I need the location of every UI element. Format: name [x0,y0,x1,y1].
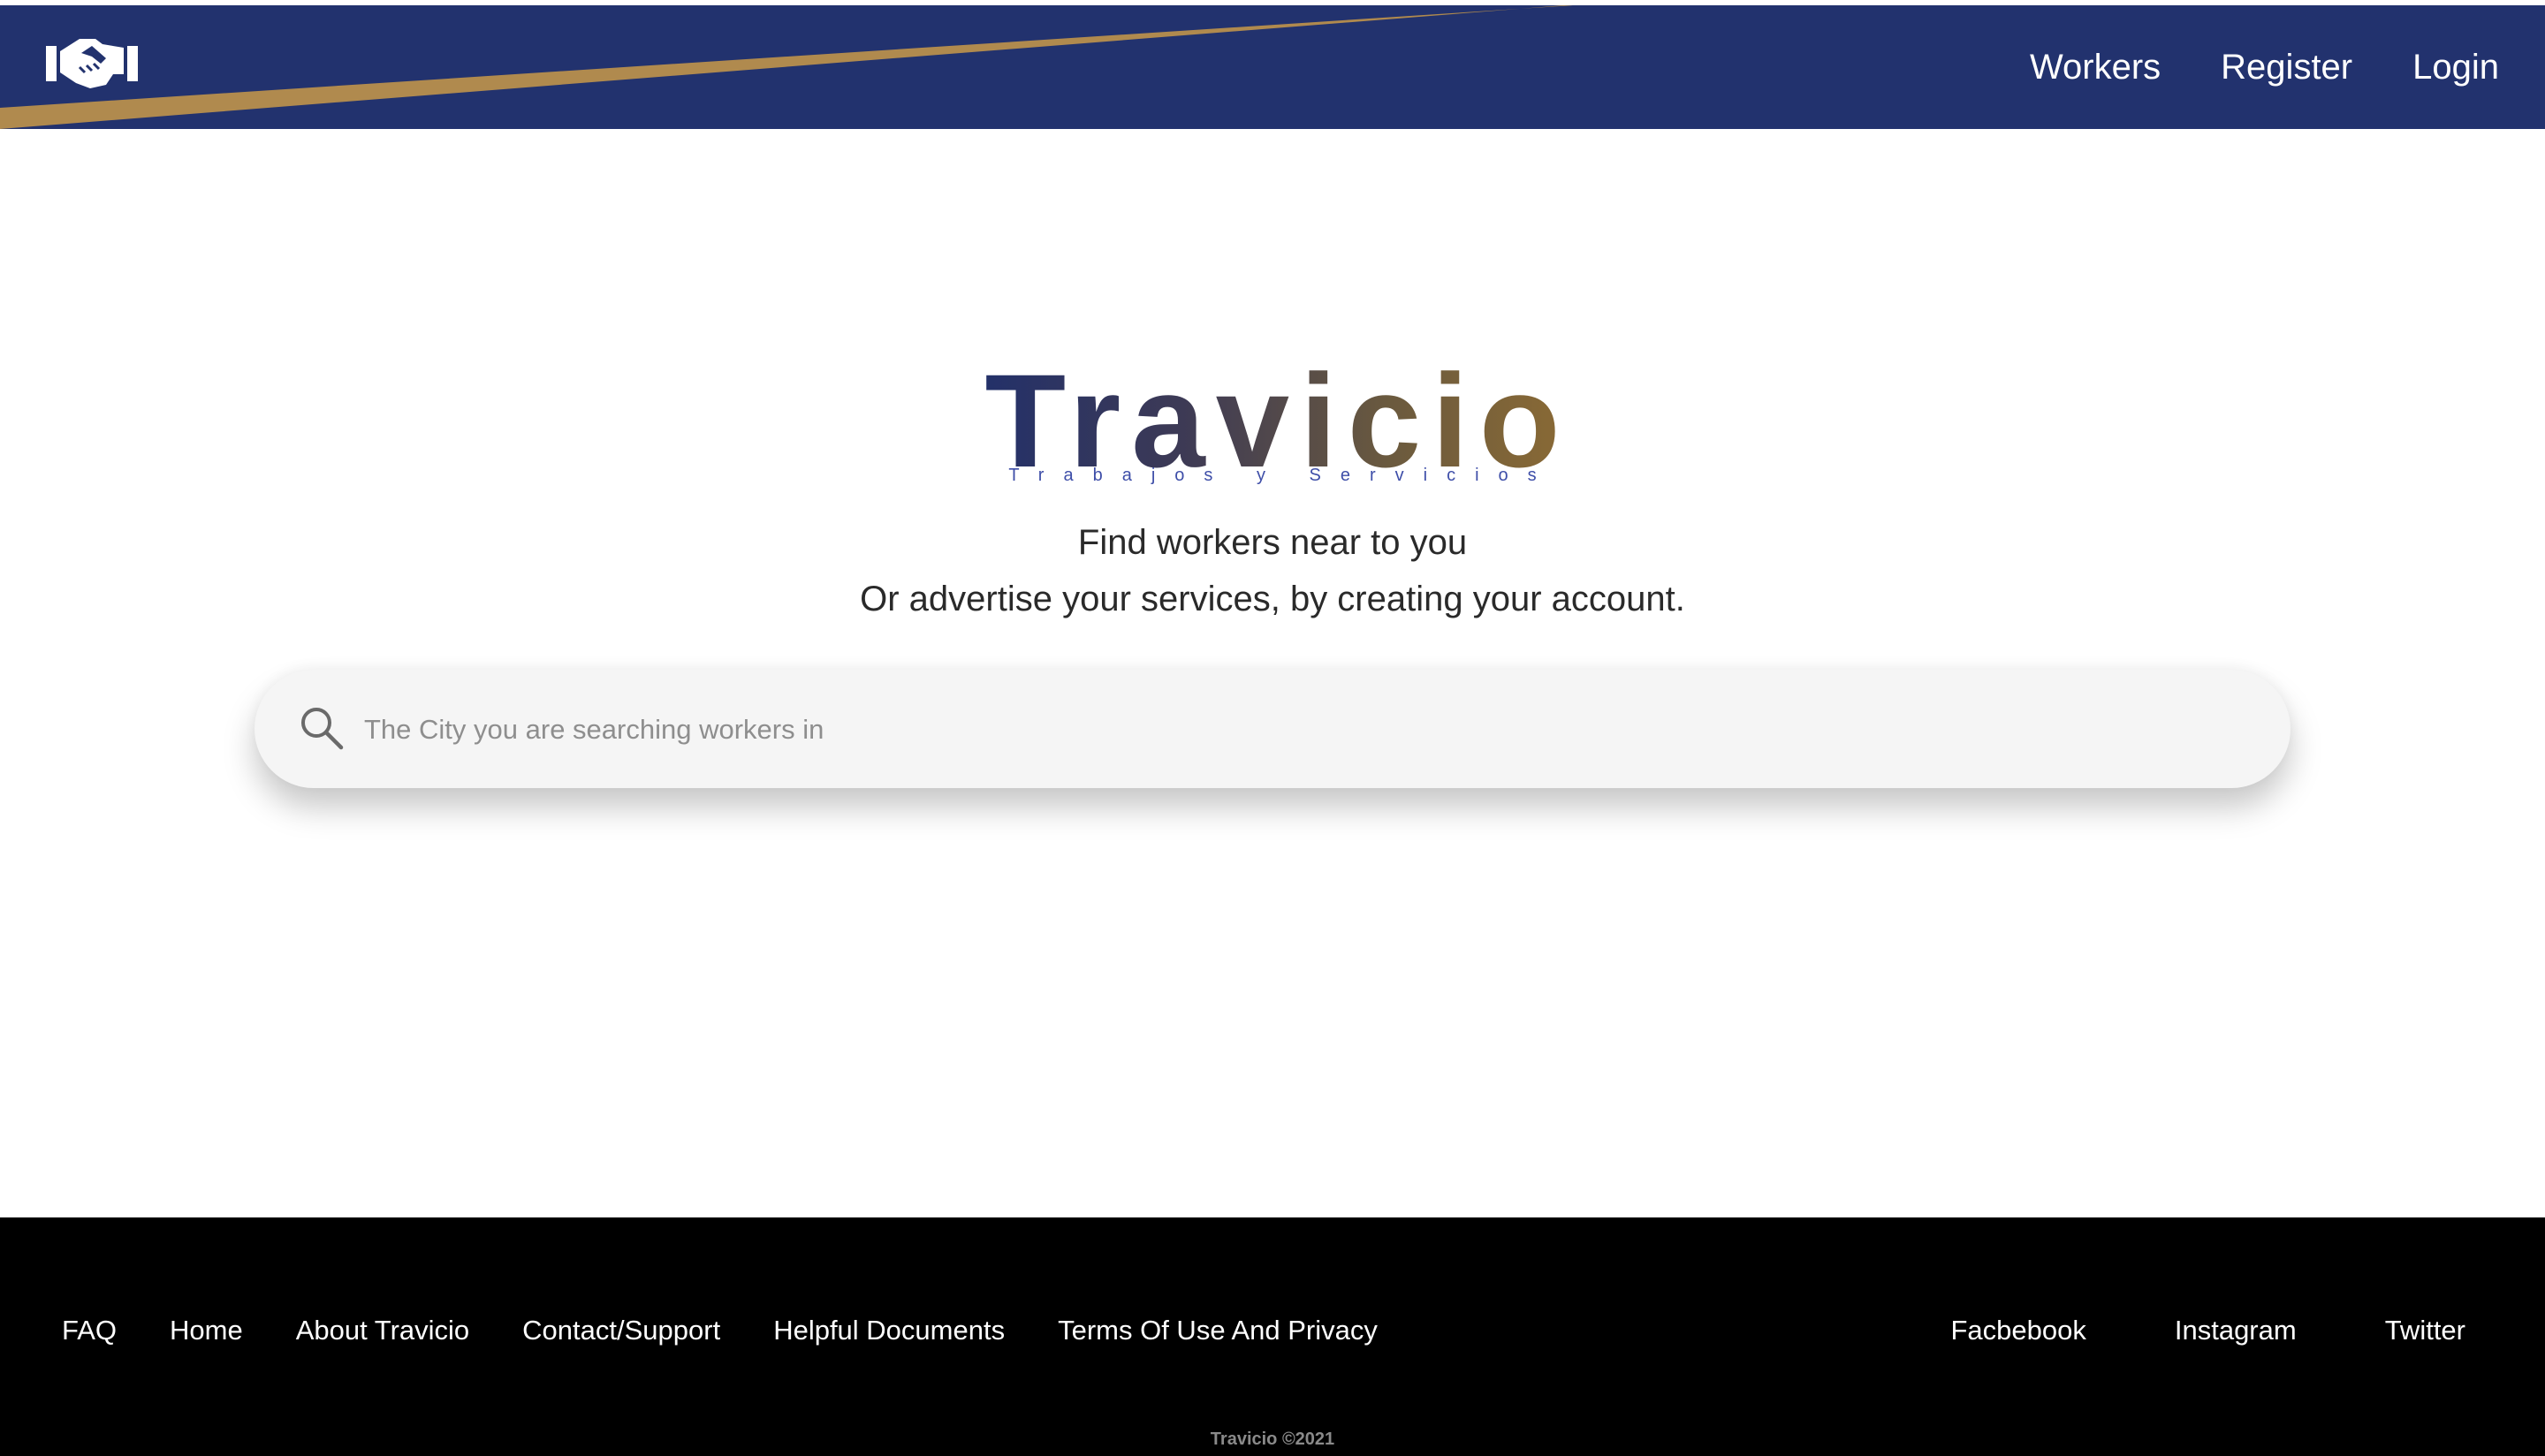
footer-twitter-link[interactable]: Twitter [2385,1315,2465,1346]
footer-facebook-link[interactable]: Facbebook [1950,1315,2085,1346]
main-nav: Workers Register Login [2030,5,2499,129]
brand-subtitle: Trabajos y Servicios [1008,466,1556,485]
city-search-bar[interactable] [254,670,2290,788]
footer-home-link[interactable]: Home [170,1315,243,1346]
social-links: Facbebook Instagram Twitter [1950,1315,2465,1346]
tagline-secondary: Or advertise your services, by creating … [860,580,1685,618]
footer-contact-link[interactable]: Contact/Support [522,1315,720,1346]
footer-links: FAQ Home About Travicio Contact/Support … [62,1315,1378,1346]
footer-docs-link[interactable]: Helpful Documents [773,1315,1005,1346]
nav-login-link[interactable]: Login [2412,48,2499,87]
footer-terms-link[interactable]: Terms Of Use And Privacy [1058,1315,1378,1346]
footer-instagram-link[interactable]: Instagram [2175,1315,2297,1346]
tagline-primary: Find workers near to you [1077,523,1468,562]
search-icon[interactable] [299,705,345,751]
nav-workers-link[interactable]: Workers [2030,48,2161,87]
nav-register-link[interactable]: Register [2221,48,2352,87]
footer-faq-link[interactable]: FAQ [62,1315,117,1346]
top-navbar: Workers Register Login [0,5,2545,129]
copyright-text: Travicio ©2021 [1210,1429,1335,1449]
footer-about-link[interactable]: About Travicio [296,1315,469,1346]
city-search-input[interactable] [362,696,2222,763]
handshake-icon[interactable] [44,32,140,90]
footer: FAQ Home About Travicio Contact/Support … [0,1217,2545,1456]
